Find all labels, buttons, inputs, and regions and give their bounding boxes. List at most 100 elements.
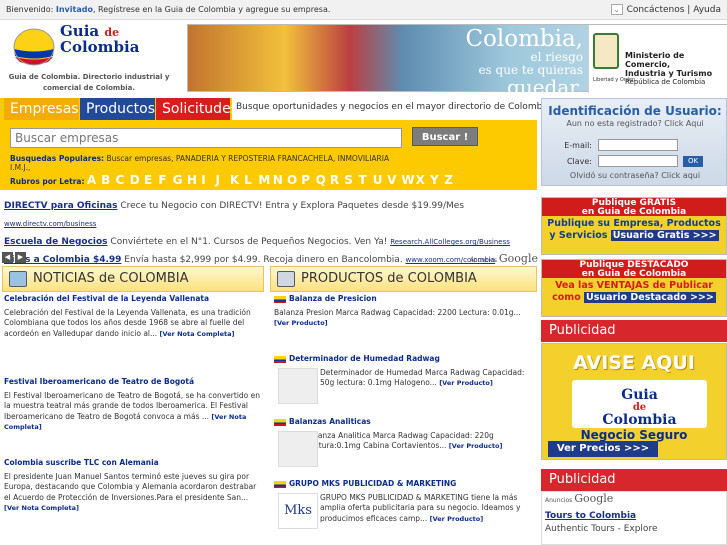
letter-link-g[interactable]: G [173, 173, 187, 187]
letter-link-d[interactable]: D [130, 173, 144, 187]
product-more-link[interactable]: [Ver Producto] [430, 515, 484, 523]
ads-label-2: Anuncios [545, 497, 573, 504]
letter-link-r[interactable]: R [330, 173, 344, 187]
product-more-link[interactable]: [Ver Producto] [449, 442, 503, 450]
list-item: Determinador de Humedad Radwag Determina… [274, 354, 534, 404]
contact-help-links[interactable]: Concáctenos | Ayuda [627, 5, 721, 15]
letter-link-j[interactable]: J [216, 173, 230, 187]
news-more-link[interactable]: [Ver Nota Completa] [4, 504, 79, 512]
letter-link-u[interactable]: U [373, 173, 387, 187]
tab-productos[interactable]: Productos [80, 98, 155, 120]
ministry-logo: Libertad y Orden Ministerio de Comercio,… [588, 25, 727, 93]
tagline-line2: comercial de Colombia. [43, 84, 135, 92]
letter-link-o[interactable]: O [287, 173, 301, 187]
register-text[interactable]: , Regístrese en la Guia de Colombia y ag… [93, 5, 330, 14]
ad-row[interactable]: DIRECTV para Oficinas Crece tu Negocio c… [4, 197, 540, 233]
letter-link-h[interactable]: H [187, 173, 201, 187]
product-more-link[interactable]: [Ver Producto] [439, 379, 493, 387]
letter-link-z[interactable]: Z [444, 173, 458, 187]
email-field[interactable] [598, 139, 678, 151]
news-item-title[interactable]: Colombia suscribe TLC con Alemania [4, 458, 264, 469]
letter-link-a[interactable]: A [87, 173, 101, 187]
publish-featured-header: Publique DESTACADO en Guia de Colombia [542, 260, 726, 279]
popular-label: Busquedas Populares: [10, 154, 105, 163]
letter-link-x[interactable]: X [416, 173, 430, 187]
news-item-title[interactable]: Festival Iberoamericano de Teatro de Bog… [4, 377, 264, 388]
letter-link-e[interactable]: E [144, 173, 158, 187]
login-title: Identificación de Usuario: [548, 104, 722, 118]
login-ok-button[interactable]: OK [683, 156, 703, 167]
tab-solicitudes[interactable]: Solicitudes [156, 98, 238, 120]
letter-link-v[interactable]: V [387, 173, 401, 187]
prev-arrow-icon[interactable]: ◀ [2, 252, 13, 263]
product-item-title[interactable]: Balanza de Presicion [274, 294, 534, 305]
ad-title[interactable]: DIRECTV para Oficinas [4, 201, 117, 211]
search-input[interactable]: Buscar empresas [10, 128, 402, 148]
news-header: NOTICIAS de COLOMBIA [2, 266, 264, 292]
letter-link-l[interactable]: L [244, 173, 258, 187]
free-user-button[interactable]: Usuario Gratis >>> [610, 230, 719, 241]
letter-link-k[interactable]: K [230, 173, 244, 187]
publish-free-header: Publique GRATIS en Guia de Colombia [542, 198, 726, 217]
news-item-title[interactable]: Celebración del Festival de la Leyenda V… [4, 294, 264, 305]
letter-link-q[interactable]: Q [316, 173, 330, 187]
product-title-text[interactable]: Balanzas Analiticas [289, 417, 371, 426]
next-arrow-icon[interactable]: ▶ [15, 252, 26, 263]
ad-row[interactable]: Escuela de Negocios Conviértete en el N°… [4, 233, 540, 251]
letter-link-s[interactable]: S [344, 173, 358, 187]
product-image[interactable] [278, 368, 318, 404]
publish-free-box[interactable]: Publique GRATIS en Guia de Colombia Publi… [541, 197, 727, 255]
letters-list: A B C D E F G H I J K L M N O P Q R S T U V WX Y Z [87, 173, 459, 187]
banner-line4: quedar. [507, 75, 583, 99]
product-item-title[interactable]: Determinador de Humedad Radwag [274, 354, 534, 365]
tab-empresas[interactable]: Empresas [4, 98, 79, 120]
negocio-seguro: Negocio Seguro [580, 428, 688, 442]
register-link[interactable]: Aun no esta registrado? Click Aqui [542, 119, 727, 128]
letter-link-f[interactable]: F [158, 173, 172, 187]
header-banner[interactable]: Colombia, el riesgo es que te quieras qu… [187, 24, 727, 97]
chevron-down-icon[interactable]: ⌄ [610, 4, 623, 15]
letters-label: Rubros por Letra: [10, 177, 85, 186]
company-logo[interactable]: Mks [278, 493, 318, 529]
banner-line1: Colombia, [465, 26, 583, 52]
ad-title-tours[interactable]: Tours to Colombia [545, 511, 726, 521]
ad-url[interactable]: www.directv.com/business [4, 220, 96, 228]
letter-link-n[interactable]: N [273, 173, 287, 187]
product-title-text[interactable]: Balanza de Presicion [289, 294, 377, 303]
news-more-link[interactable]: [Ver Nota Completa] [160, 330, 235, 338]
products-header: PRODUCTOS de COLOMBIA [270, 266, 537, 292]
letter-link-y[interactable]: Y [430, 173, 444, 187]
ver-precios-button[interactable]: Ver Precios >>> [548, 441, 658, 457]
list-item: Balanzas Analiticas Balanza Analitica Ma… [274, 417, 534, 467]
adsense-badge-2[interactable]: Anuncios Google [545, 492, 726, 505]
product-title-text[interactable]: GRUPO MKS PUBLICIDAD & MARKETING [289, 479, 456, 488]
letter-link-p[interactable]: P [301, 173, 315, 187]
google-ad-box: Anuncios Google Tours to Colombia Authen… [541, 491, 727, 545]
search-button[interactable]: Buscar ! [412, 127, 478, 146]
forgot-password-link[interactable]: Olvidó su contraseña? Click aqui [542, 171, 727, 180]
letter-index: Rubros por Letra: ABCDEFGHIJKLMNOPQRSTUV… [10, 173, 459, 187]
product-title-text[interactable]: Determinador de Humedad Radwag [289, 354, 440, 363]
ad-url[interactable]: Research.AllColleges.org/Business [390, 238, 510, 246]
featured-user-button[interactable]: Usuario Destacado >>> [584, 292, 716, 303]
letter-link-c[interactable]: C [115, 173, 129, 187]
adsense-badge[interactable]: Anuncios Google [470, 252, 538, 265]
letter-link-b[interactable]: B [101, 173, 115, 187]
letter-link-i[interactable]: I [201, 173, 215, 187]
login-box: Identificación de Usuario: Aun no esta r… [541, 98, 727, 186]
product-item-title[interactable]: GRUPO MKS PUBLICIDAD & MARKETING [274, 479, 534, 490]
letter-link-m[interactable]: M [258, 173, 272, 187]
product-item-title[interactable]: Balanzas Analiticas [274, 417, 534, 428]
product-more-link[interactable]: [Ver Producto] [274, 319, 328, 327]
letter-link-t[interactable]: T [358, 173, 372, 187]
user-link[interactable]: Invitado [56, 5, 93, 14]
ad-title[interactable]: Escuela de Negocios [4, 237, 108, 247]
product-image[interactable] [278, 431, 318, 467]
publish-featured-box[interactable]: Publique DESTACADO en Guia de Colombia Ve… [541, 259, 727, 317]
avise-aqui-ad[interactable]: AVISE AQUI Guia de Colombia Negocio Seguro… [541, 343, 727, 460]
ads-label: Anuncios [469, 257, 497, 264]
logo-text: Guia de Colombia [60, 24, 139, 55]
letter-link-w[interactable]: W [401, 173, 415, 187]
password-field[interactable] [598, 155, 678, 167]
ad-text-tours: Authentic Tours - Explore [545, 524, 658, 534]
